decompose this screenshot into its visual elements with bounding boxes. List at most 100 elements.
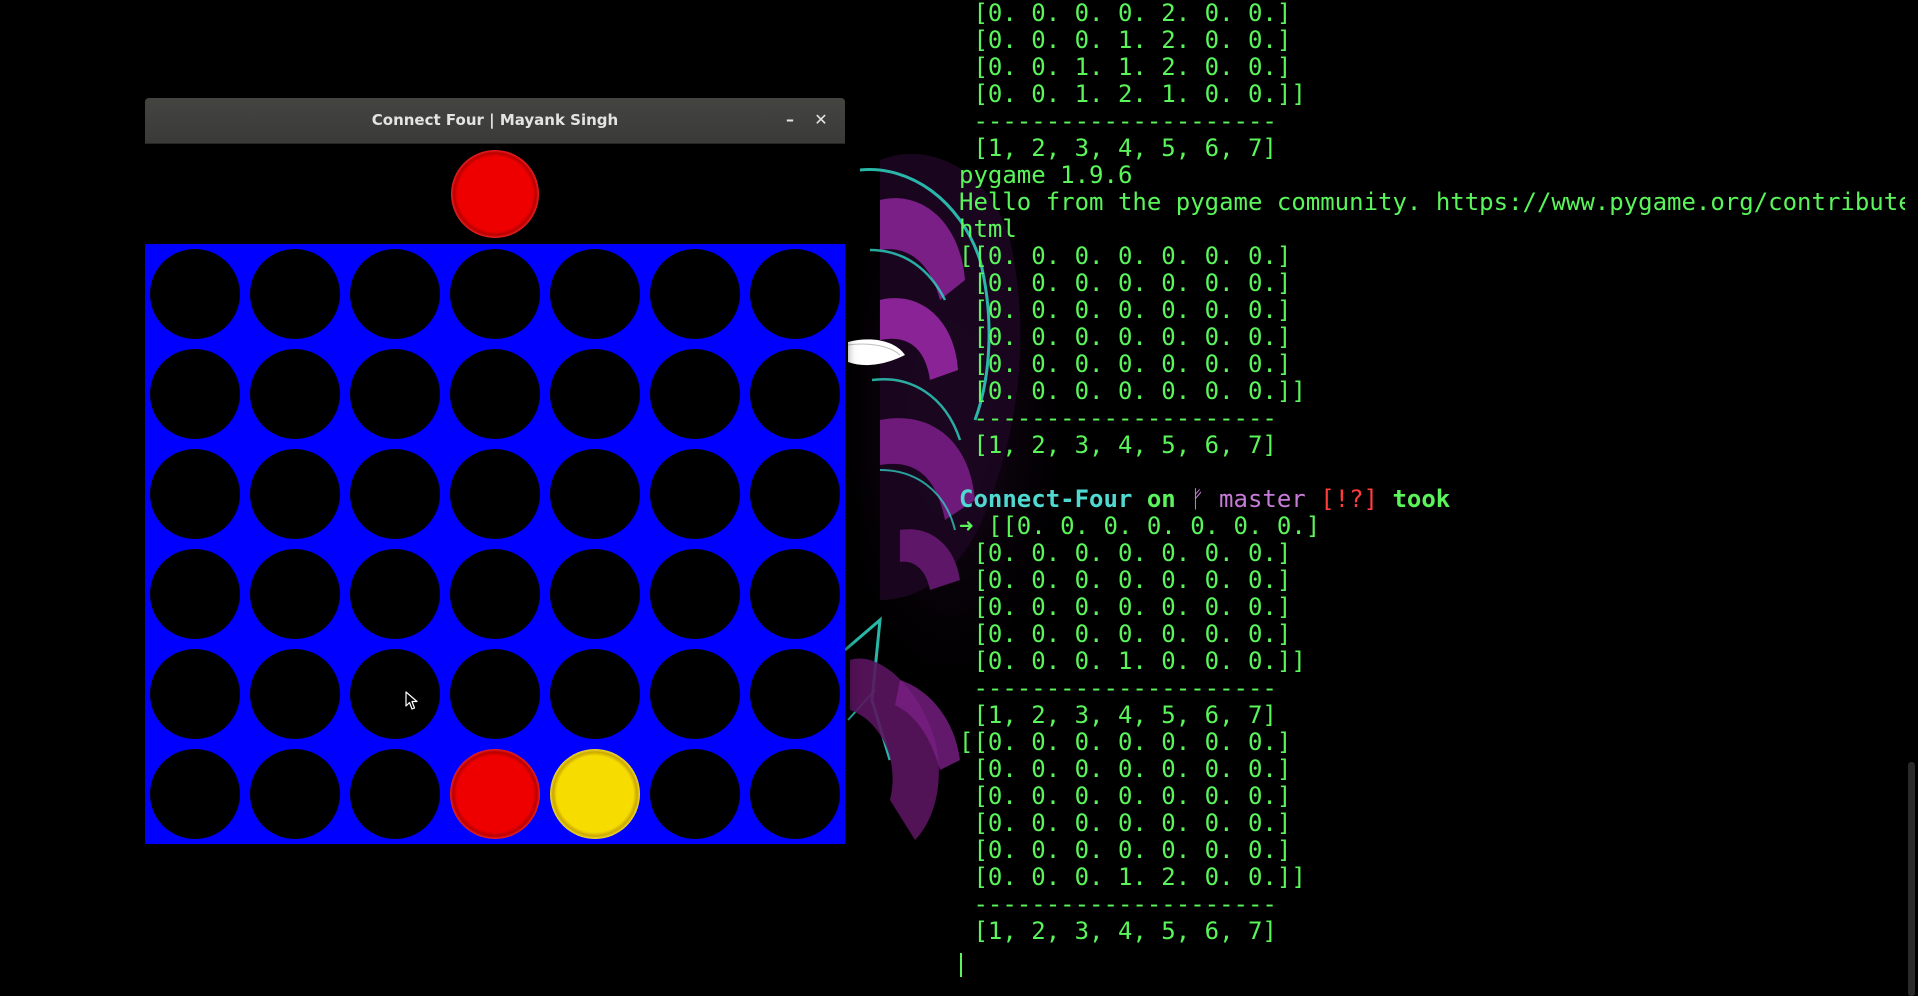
terminal-line: Connect-Four on ᚠ master [!?] took [959, 486, 1918, 513]
board-cell-empty[interactable] [350, 549, 440, 639]
board-cell-red-piece[interactable] [450, 749, 540, 839]
terminal-text: [0. 0. 0. 0. 0. 0. 0.] [959, 755, 1292, 783]
board-cell-empty[interactable] [150, 449, 240, 539]
board-cell-empty[interactable] [750, 549, 840, 639]
terminal-line: [1, 2, 3, 4, 5, 6, 7] [959, 702, 1918, 729]
terminal-text: [0. 0. 0. 0. 0. 0. 0.] [959, 593, 1292, 621]
terminal-line: pygame 1.9.6 [959, 162, 1918, 189]
connect-four-window[interactable]: Connect Four | Mayank Singh – ✕ [145, 98, 845, 844]
board-cell-empty[interactable] [650, 649, 740, 739]
board-cell-empty[interactable] [150, 649, 240, 739]
terminal-text: --------------------- [959, 404, 1277, 432]
board-cell-empty[interactable] [750, 649, 840, 739]
board-cell-empty[interactable] [450, 649, 540, 739]
terminal-line: [0. 0. 0. 0. 0. 0. 0.] [959, 297, 1918, 324]
board-cell-empty[interactable] [350, 649, 440, 739]
terminal-text: [[0. 0. 0. 0. 0. 0. 0.] [959, 242, 1292, 270]
terminal-text: [0. 0. 0. 0. 0. 0. 0.]] [959, 377, 1306, 405]
terminal-line: [1, 2, 3, 4, 5, 6, 7] [959, 918, 1918, 945]
terminal-line: [0. 0. 0. 0. 0. 0. 0.] [959, 783, 1918, 810]
board-cell-empty[interactable] [650, 449, 740, 539]
board-cell-empty[interactable] [250, 649, 340, 739]
terminal-text: [0. 0. 0. 0. 0. 0. 0.] [959, 539, 1292, 567]
terminal-text: [[0. 0. 0. 0. 0. 0. 0.] [987, 512, 1321, 540]
terminal-line: [0. 0. 1. 1. 2. 0. 0.] [959, 54, 1918, 81]
terminal-text: [0. 0. 1. 2. 1. 0. 0.]] [959, 80, 1306, 108]
terminal-text-cursor [960, 953, 962, 977]
board-cell-empty[interactable] [250, 349, 340, 439]
board-cell-empty[interactable] [250, 449, 340, 539]
terminal-line: [0. 0. 0. 1. 2. 0. 0.] [959, 27, 1918, 54]
terminal-text: [0. 0. 0. 0. 0. 0. 0.] [959, 296, 1292, 324]
board-cell-empty[interactable] [550, 549, 640, 639]
terminal-text: [0. 0. 0. 1. 0. 0. 0.]] [959, 647, 1306, 675]
terminal-text: [0. 0. 0. 1. 2. 0. 0.]] [959, 863, 1306, 891]
terminal-line: --------------------- [959, 405, 1918, 432]
terminal-pr-took: took [1378, 485, 1451, 513]
terminal-text: [0. 0. 0. 0. 0. 0. 0.] [959, 620, 1292, 648]
board-cell-empty[interactable] [750, 349, 840, 439]
terminal-line: [0. 0. 0. 0. 0. 0. 0.] [959, 756, 1918, 783]
board-cell-empty[interactable] [450, 249, 540, 339]
terminal-line: [0. 0. 0. 0. 0. 0. 0.] [959, 324, 1918, 351]
terminal-line: [0. 0. 1. 2. 1. 0. 0.]] [959, 81, 1918, 108]
terminal-line: [0. 0. 0. 0. 0. 0. 0.]] [959, 378, 1918, 405]
connect-four-board[interactable] [145, 244, 845, 844]
board-cell-empty[interactable] [550, 349, 640, 439]
board-cell-empty[interactable] [250, 249, 340, 339]
board-cell-empty[interactable] [350, 349, 440, 439]
hover-piece-red [451, 150, 539, 238]
board-cell-empty[interactable] [150, 349, 240, 439]
terminal-text: [[0. 0. 0. 0. 0. 0. 0.] [959, 728, 1292, 756]
close-button[interactable]: ✕ [810, 109, 832, 131]
board-cell-empty[interactable] [250, 549, 340, 639]
board-cell-empty[interactable] [650, 249, 740, 339]
board-cell-empty[interactable] [250, 749, 340, 839]
terminal-text: [0. 0. 0. 1. 2. 0. 0.] [959, 26, 1292, 54]
game-canvas[interactable] [145, 144, 845, 844]
piece-drop-area[interactable] [145, 144, 845, 244]
window-titlebar[interactable]: Connect Four | Mayank Singh – ✕ [145, 98, 845, 144]
board-cell-empty[interactable] [350, 449, 440, 539]
terminal-text: [0. 0. 0. 0. 0. 0. 0.] [959, 323, 1292, 351]
terminal-line: [0. 0. 0. 0. 0. 0. 0.] [959, 270, 1918, 297]
board-cell-yellow-piece[interactable] [550, 749, 640, 839]
board-cell-empty[interactable] [650, 549, 740, 639]
board-cell-empty[interactable] [750, 449, 840, 539]
terminal-pr-arrow: ➜ [959, 512, 988, 540]
board-cell-empty[interactable] [650, 349, 740, 439]
terminal-text: [0. 0. 0. 0. 0. 0. 0.] [959, 782, 1292, 810]
board-cell-empty[interactable] [750, 249, 840, 339]
board-cell-empty[interactable] [650, 749, 740, 839]
desktop-screen: [0. 0. 0. 0. 2. 0. 0.] [0. 0. 0. 1. 2. 0… [0, 0, 1918, 996]
terminal-line: --------------------- [959, 108, 1918, 135]
terminal-line: [0. 0. 0. 0. 2. 0. 0.] [959, 0, 1918, 27]
terminal-text: [0. 0. 1. 1. 2. 0. 0.] [959, 53, 1292, 81]
board-cell-empty[interactable] [150, 549, 240, 639]
terminal-line: --------------------- [959, 675, 1918, 702]
terminal-pr-branch-icon: ᚠ [1190, 485, 1205, 513]
board-cell-empty[interactable] [350, 749, 440, 839]
board-cell-empty[interactable] [450, 449, 540, 539]
terminal-scrollbar[interactable] [1905, 0, 1918, 996]
minimize-button[interactable]: – [779, 109, 801, 131]
board-cell-empty[interactable] [550, 649, 640, 739]
terminal-line: [0. 0. 0. 0. 0. 0. 0.] [959, 810, 1918, 837]
board-cell-empty[interactable] [550, 449, 640, 539]
terminal-line: --------------------- [959, 891, 1918, 918]
terminal-text: [0. 0. 0. 0. 0. 0. 0.] [959, 269, 1292, 297]
terminal-output: [0. 0. 0. 0. 2. 0. 0.] [0. 0. 0. 1. 2. 0… [959, 0, 1918, 945]
board-cell-empty[interactable] [450, 549, 540, 639]
terminal-pr-status: [!?] [1305, 485, 1378, 513]
board-cell-empty[interactable] [150, 249, 240, 339]
terminal-scroll-thumb[interactable] [1908, 762, 1915, 996]
board-cell-empty[interactable] [150, 749, 240, 839]
board-cell-empty[interactable] [750, 749, 840, 839]
terminal-line: [0. 0. 0. 1. 2. 0. 0.]] [959, 864, 1918, 891]
board-cell-empty[interactable] [550, 249, 640, 339]
terminal-line: [0. 0. 0. 0. 0. 0. 0.] [959, 540, 1918, 567]
board-cell-empty[interactable] [450, 349, 540, 439]
board-cell-empty[interactable] [350, 249, 440, 339]
terminal-line: [0. 0. 0. 0. 0. 0. 0.] [959, 594, 1918, 621]
